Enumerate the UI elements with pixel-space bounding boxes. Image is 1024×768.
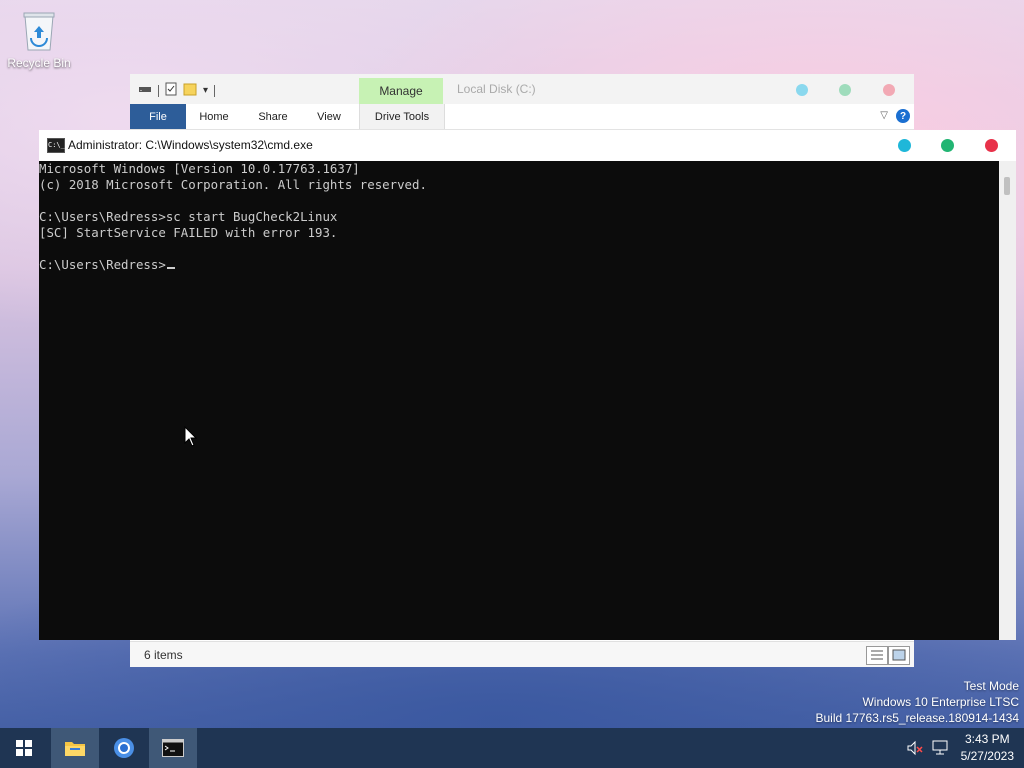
- system-tray: [906, 728, 950, 768]
- tab-view[interactable]: View: [310, 104, 348, 129]
- item-count: 6 items: [144, 648, 183, 662]
- maximize-button[interactable]: [839, 84, 851, 96]
- close-button[interactable]: [883, 84, 895, 96]
- tab-file[interactable]: File: [130, 104, 186, 129]
- taskbar: 3:43 PM 5/27/2023: [0, 728, 1024, 768]
- cmd-window-icon: C:\_: [47, 138, 65, 153]
- expand-ribbon-icon[interactable]: ▽: [880, 110, 888, 121]
- console-prompt-line[interactable]: C:\Users\Redress>: [39, 257, 999, 273]
- network-icon[interactable]: [932, 740, 950, 756]
- watermark-line: Test Mode: [963, 679, 1019, 693]
- tab-home[interactable]: Home: [194, 104, 234, 129]
- console-line: [SC] StartService FAILED with error 193.: [39, 225, 338, 240]
- close-button[interactable]: [985, 139, 998, 152]
- minimize-button[interactable]: [898, 139, 911, 152]
- chrome-taskbar-button[interactable]: [100, 728, 148, 768]
- properties-icon[interactable]: [165, 82, 177, 99]
- cmd-window-title: Administrator: C:\Windows\system32\cmd.e…: [68, 138, 313, 152]
- explorer-title-bar[interactable]: ▾ Manage Local Disk (C:): [130, 74, 914, 104]
- file-explorer-taskbar-button[interactable]: [51, 728, 99, 768]
- details-view-icon[interactable]: [866, 646, 888, 665]
- start-button[interactable]: [0, 728, 48, 768]
- customize-toolbar-icon[interactable]: ▾: [203, 85, 208, 96]
- console-prompt: C:\Users\Redress>: [39, 257, 166, 272]
- scrollbar-thumb[interactable]: [1004, 177, 1010, 195]
- cmd-taskbar-button[interactable]: [149, 728, 197, 768]
- quick-access-toolbar: ▾: [138, 82, 216, 99]
- drive-icon[interactable]: [138, 83, 152, 98]
- text-cursor: [166, 267, 175, 269]
- watermark-line: Windows 10 Enterprise LTSC: [862, 695, 1019, 709]
- console-line: C:\Users\Redress>sc start BugCheck2Linux: [39, 209, 338, 224]
- maximize-button[interactable]: [941, 139, 954, 152]
- vertical-scrollbar[interactable]: [999, 161, 1016, 640]
- mouse-pointer-icon: [184, 425, 198, 448]
- help-icon[interactable]: ?: [896, 109, 910, 123]
- explorer-window-title: Local Disk (C:): [457, 82, 536, 96]
- cmd-title-bar[interactable]: C:\_ Administrator: C:\Windows\system32\…: [39, 130, 1016, 161]
- clock-time: 3:43 PM: [964, 732, 1010, 746]
- console-line: (c) 2018 Microsoft Corporation. All righ…: [39, 177, 427, 192]
- recycle-bin-icon: [19, 8, 59, 52]
- volume-muted-icon[interactable]: [906, 740, 924, 756]
- cmd-icon: [162, 739, 184, 757]
- explorer-status-bar: 6 items: [130, 641, 914, 667]
- tab-manage[interactable]: Manage: [359, 78, 443, 104]
- test-mode-watermark: Test Mode Windows 10 Enterprise LTSC Bui…: [816, 678, 1020, 726]
- large-icons-view-icon[interactable]: [888, 646, 910, 665]
- recycle-bin-label: Recycle Bin: [7, 56, 71, 70]
- qat-separator: [214, 84, 216, 97]
- command-prompt-window[interactable]: C:\_ Administrator: C:\Windows\system32\…: [39, 130, 1016, 640]
- console-output[interactable]: Microsoft Windows [Version 10.0.17763.16…: [39, 161, 999, 640]
- minimize-button[interactable]: [796, 84, 808, 96]
- tab-drive-tools[interactable]: Drive Tools: [359, 104, 445, 129]
- chrome-icon: [114, 738, 134, 758]
- tab-share[interactable]: Share: [252, 104, 294, 129]
- recycle-bin-shortcut[interactable]: Recycle Bin: [6, 8, 72, 70]
- file-explorer-icon: [65, 742, 85, 756]
- clock-date: 5/27/2023: [960, 749, 1014, 763]
- start-icon: [16, 740, 32, 756]
- watermark-line: Build 17763.rs5_release.180914-1434: [815, 711, 1020, 725]
- new-folder-icon[interactable]: [183, 82, 197, 99]
- console-line: Microsoft Windows [Version 10.0.17763.16…: [39, 161, 360, 176]
- qat-separator: [158, 84, 159, 97]
- ribbon-tabs: File Home Share View Drive Tools ▽ ?: [130, 104, 914, 130]
- taskbar-clock[interactable]: 3:43 PM 5/27/2023: [961, 731, 1014, 765]
